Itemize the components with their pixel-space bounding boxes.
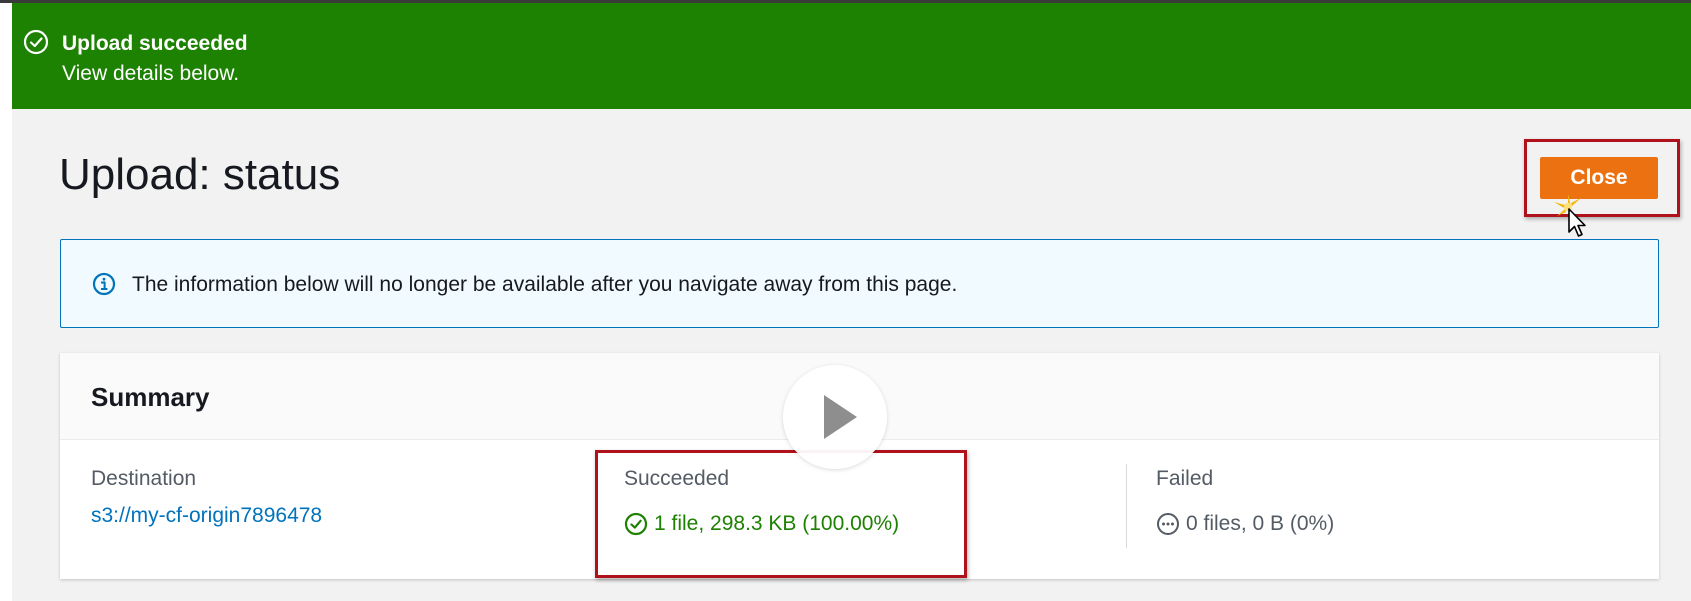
destination-link[interactable]: s3://my-cf-origin7896478 bbox=[91, 504, 322, 528]
ellipsis-circle-icon bbox=[1157, 513, 1179, 535]
success-flash-banner: Upload succeeded View details below. bbox=[12, 3, 1691, 109]
success-check-circle-icon bbox=[23, 29, 49, 55]
info-alert: The information below will no longer be … bbox=[60, 239, 1659, 328]
info-icon bbox=[92, 272, 116, 296]
video-play-button[interactable] bbox=[783, 365, 887, 469]
failed-label: Failed bbox=[1156, 467, 1214, 490]
failed-value: 0 files, 0 B (0%) bbox=[1156, 512, 1334, 536]
flash-subtitle: View details below. bbox=[62, 62, 240, 85]
failed-value-text: 0 files, 0 B (0%) bbox=[1186, 512, 1335, 535]
info-alert-text: The information below will no longer be … bbox=[132, 273, 958, 296]
destination-label: Destination bbox=[91, 467, 197, 490]
column-divider bbox=[1126, 464, 1127, 548]
close-button-highlight bbox=[1524, 139, 1680, 217]
flash-title: Upload succeeded bbox=[62, 32, 248, 55]
summary-title: Summary bbox=[91, 382, 210, 412]
left-gutter bbox=[0, 3, 12, 601]
mouse-pointer-icon bbox=[1554, 194, 1586, 237]
succeeded-highlight bbox=[595, 450, 967, 578]
page-title: Upload: status bbox=[59, 150, 341, 199]
play-icon bbox=[824, 395, 857, 439]
